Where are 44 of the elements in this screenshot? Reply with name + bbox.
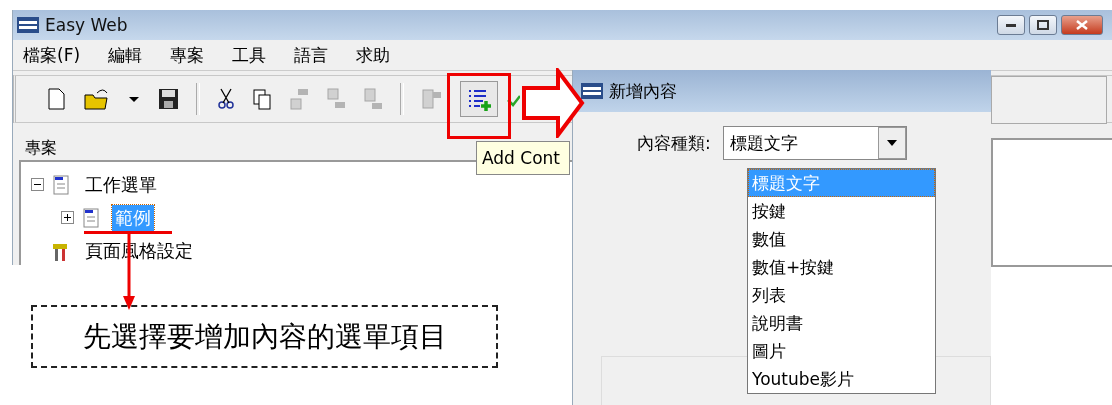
new-file-icon[interactable] <box>46 87 66 111</box>
maximize-button[interactable] <box>1029 15 1057 35</box>
menu-item[interactable]: 語言 <box>294 43 329 67</box>
window-title: Easy Web <box>45 15 128 35</box>
pointer-arrow <box>522 68 586 138</box>
maximize-icon <box>1037 20 1049 30</box>
tooltip: Add Cont <box>476 141 570 175</box>
folder-icon[interactable] <box>83 87 111 111</box>
menu-item[interactable]: 專案 <box>170 43 205 67</box>
menu-item[interactable]: 編輯 <box>108 43 143 67</box>
close-icon <box>1076 20 1088 30</box>
minimize-icon <box>1006 23 1016 27</box>
panel-title: 專案 <box>25 138 57 159</box>
dropdown-option[interactable]: 列表 <box>748 281 935 309</box>
field-label: 內容種類: <box>637 131 711 155</box>
dialog-title: 新增內容 <box>609 79 677 103</box>
menu-item[interactable]: 檔案(F) <box>23 43 81 67</box>
expand-toggle[interactable] <box>61 211 74 224</box>
collapse-toggle[interactable] <box>31 178 44 191</box>
tree-item[interactable]: 工作選單 <box>82 171 160 198</box>
close-button[interactable] <box>1061 15 1103 35</box>
save-icon[interactable] <box>157 87 179 111</box>
app-icon <box>581 83 603 99</box>
dropdown-option[interactable]: 圖片 <box>748 337 935 365</box>
dropdown-option[interactable]: 按鍵 <box>748 197 935 225</box>
copy-icon[interactable] <box>252 87 272 111</box>
dropdown-option[interactable]: 數值 <box>748 225 935 253</box>
menu-item[interactable]: 工具 <box>232 43 267 67</box>
callout-text: 先選擇要增加內容的選單項目 <box>31 305 498 368</box>
app-icon <box>17 17 39 33</box>
document-icon <box>82 206 102 229</box>
dropdown-option[interactable]: 數值+按鍵 <box>748 253 935 281</box>
menu-item[interactable]: 求助 <box>356 43 391 67</box>
highlight-frame <box>447 73 511 139</box>
dropdown-option[interactable]: 說明書 <box>748 309 935 337</box>
add-list-icon <box>466 87 492 111</box>
caret-icon <box>886 140 897 146</box>
scissors-icon[interactable] <box>217 87 235 111</box>
add-content-button[interactable] <box>460 81 498 117</box>
content-type-dropdown[interactable]: 標題文字 <box>722 126 907 160</box>
dropdown-option[interactable]: Youtube影片 <box>748 365 935 393</box>
plus-icon <box>63 213 72 222</box>
minimize-button[interactable] <box>997 15 1025 35</box>
document-icon <box>52 173 72 196</box>
